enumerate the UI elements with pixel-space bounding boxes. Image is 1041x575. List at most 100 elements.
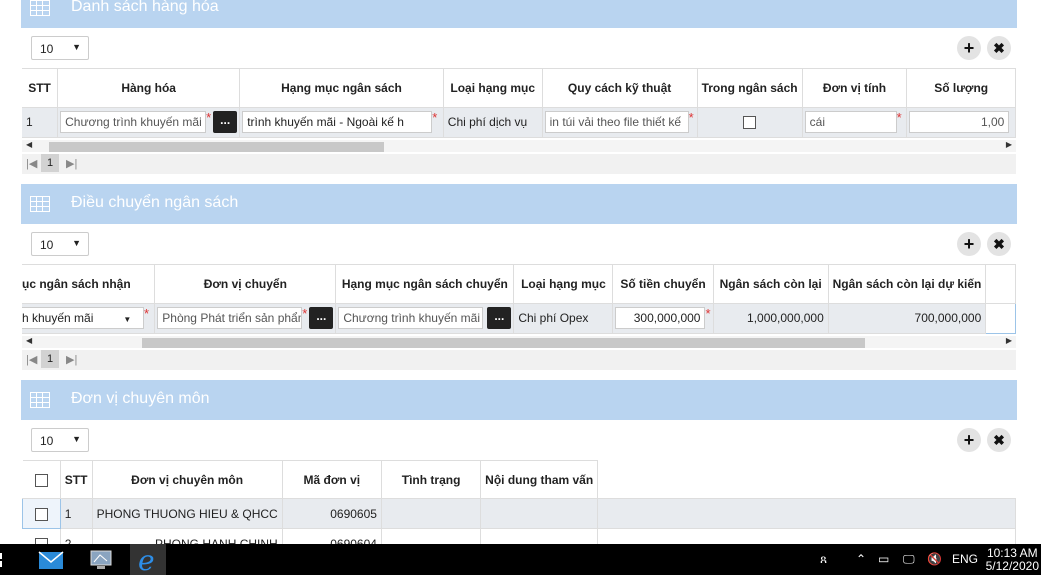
browse-button[interactable]: ... <box>487 307 512 329</box>
row-stt: 1 <box>22 107 59 138</box>
chevron-down-icon: ▼ <box>123 315 132 324</box>
column-header[interactable]: Số tiền chuyển <box>612 265 714 304</box>
edge-icon[interactable]: e <box>130 544 166 575</box>
budget-category-select[interactable]: trình khuyến mãi - Ngoài kế h <box>242 111 433 133</box>
scroll-left-icon[interactable]: ◀ <box>26 336 32 345</box>
receiving-category-select[interactable]: h khuyến mãi ▼ <box>22 307 144 329</box>
windows-taskbar: e ጸ ⌃ ▭ 🖵 🔇 ENG 10:13 AM 5/12/2020 <box>0 544 1041 575</box>
grid-icon <box>30 196 50 212</box>
unit-field[interactable]: cái <box>804 111 897 133</box>
transfer-amount-field[interactable]: 300,000,000 <box>615 307 706 329</box>
clock[interactable]: 10:13 AM 5/12/2020 <box>986 547 1039 573</box>
column-header[interactable]: Loại hạng mục <box>443 69 543 108</box>
volume-mute-icon[interactable]: 🔇 <box>927 552 942 566</box>
language-indicator[interactable]: ENG <box>952 552 978 566</box>
page-number[interactable]: 1 <box>41 350 59 368</box>
last-page-icon[interactable]: ▶| <box>66 157 77 170</box>
section1-header: Danh sách hàng hóa <box>21 0 1017 28</box>
column-header[interactable]: Hạng mục ngân sách chuyển <box>335 265 515 304</box>
status-cell <box>381 498 482 529</box>
transfer-category-field[interactable]: Chương trình khuyến mãi <box>338 307 484 329</box>
remove-button[interactable]: ✖ <box>987 232 1011 256</box>
goods-table: STT Hàng hóa Hạng mục ngân sách Loại hạn… <box>22 68 1016 140</box>
column-header[interactable]: Hàng hóa <box>57 69 241 108</box>
column-header[interactable]: Ngân sách còn lại dự kiến <box>828 265 987 304</box>
add-button[interactable]: + <box>957 232 981 256</box>
column-header[interactable]: ục ngân sách nhận <box>22 265 156 304</box>
specialist-unit-table: STT Đơn vị chuyên môn Mã đơn vị Tình trạ… <box>22 460 1016 544</box>
table-header-row: STT Đơn vị chuyên môn Mã đơn vị Tình trạ… <box>22 460 1016 499</box>
column-header[interactable]: Quy cách kỹ thuật <box>542 69 698 108</box>
column-header[interactable]: Mã đơn vị <box>282 460 382 499</box>
section2-header: Điều chuyển ngân sách <box>21 184 1017 224</box>
horizontal-scrollbar[interactable]: ◀ ▶ <box>22 140 1016 152</box>
mail-icon[interactable] <box>38 548 64 572</box>
row-stt: 2 <box>60 528 93 544</box>
column-header[interactable]: Loại hạng mục <box>513 265 614 304</box>
svg-text:e: e <box>138 544 155 575</box>
people-icon[interactable]: ጸ <box>820 552 827 567</box>
unit-code: 0690605 <box>282 498 382 529</box>
grid-icon <box>30 0 50 16</box>
column-header[interactable]: STT <box>60 460 93 499</box>
chevron-down-icon: ▼ <box>72 434 81 444</box>
column-header[interactable]: Đơn vị chuyên môn <box>92 460 283 499</box>
scrollbar-thumb[interactable] <box>49 142 384 152</box>
scroll-right-icon[interactable]: ▶ <box>1006 140 1012 149</box>
scroll-left-icon[interactable]: ◀ <box>26 140 32 149</box>
column-header[interactable]: STT <box>22 69 59 108</box>
row-checkbox[interactable] <box>34 507 48 521</box>
table-row[interactable]: 1 PHONG THUONG HIEU & QHCC 0690605 <box>22 498 1016 529</box>
browse-button[interactable]: ... <box>309 307 334 329</box>
page-size-select[interactable]: 10 ▼ <box>31 36 89 60</box>
row-stt: 1 <box>60 498 93 529</box>
table-row: 1 Chương trình khuyến mãi *... trình khuy… <box>22 107 1016 138</box>
add-button[interactable]: + <box>957 428 981 452</box>
table-row[interactable]: 2 PHONG HANH CHINH 0690604 <box>22 528 1016 544</box>
column-header[interactable]: Ngân sách còn lại <box>713 265 829 304</box>
remaining-budget: 1,000,000,000 <box>713 303 829 334</box>
unit-code: 0690604 <box>282 528 382 544</box>
budget-transfer-table: ục ngân sách nhận Đơn vị chuyển Hạng mục… <box>22 264 1016 336</box>
pagination: |◀ 1 ▶| <box>22 154 1016 174</box>
add-button[interactable]: + <box>957 36 981 60</box>
goods-field[interactable]: Chương trình khuyến mãi <box>60 111 207 133</box>
transfer-unit-field[interactable]: Phòng Phát triển sản phẩm <box>157 307 303 329</box>
horizontal-scrollbar[interactable]: ◀ ▶ <box>22 336 1016 348</box>
select-all-checkbox[interactable] <box>34 473 48 487</box>
in-budget-checkbox[interactable] <box>743 116 757 130</box>
page-size-select[interactable]: 10 ▼ <box>31 232 89 256</box>
spec-field[interactable]: in túi vải theo file thiết kế <box>544 111 689 133</box>
column-header[interactable]: Số lượng <box>906 69 1016 108</box>
remove-button[interactable]: ✖ <box>987 428 1011 452</box>
scroll-right-icon[interactable]: ▶ <box>1006 336 1012 345</box>
column-header[interactable]: Tình trạng <box>381 460 482 499</box>
browse-button[interactable]: ... <box>213 111 238 133</box>
start-button[interactable] <box>0 548 8 572</box>
pagination: |◀ 1 ▶| <box>22 350 1016 370</box>
page-size-select[interactable]: 10 ▼ <box>31 428 89 452</box>
grid-icon <box>30 392 50 408</box>
scrollbar-thumb[interactable] <box>142 338 865 348</box>
column-header[interactable]: Đơn vị chuyển <box>154 265 337 304</box>
category-type: Chi phí Opex <box>513 303 614 334</box>
network-icon[interactable]: 🖵 <box>903 552 915 567</box>
first-page-icon[interactable]: |◀ <box>26 353 37 366</box>
unit-name: PHONG HANH CHINH <box>92 528 283 544</box>
page-number[interactable]: 1 <box>41 154 59 172</box>
table-header-row: STT Hàng hóa Hạng mục ngân sách Loại hạn… <box>22 69 1016 108</box>
battery-icon[interactable]: ▭ <box>878 552 889 566</box>
quantity-field[interactable]: 1,00 <box>909 111 1010 133</box>
column-header[interactable]: Nội dung tham vấn <box>480 460 599 499</box>
section3-title: Đơn vị chuyên môn <box>71 390 210 407</box>
category-type: Chi phí dịch vụ <box>443 107 543 138</box>
chevron-up-icon[interactable]: ⌃ <box>856 552 866 566</box>
first-page-icon[interactable]: |◀ <box>26 157 37 170</box>
last-page-icon[interactable]: ▶| <box>66 353 77 366</box>
column-header[interactable]: Đơn vị tính <box>802 69 908 108</box>
section3-header: Đơn vị chuyên môn <box>21 380 1017 420</box>
remove-button[interactable]: ✖ <box>987 36 1011 60</box>
computer-icon[interactable] <box>88 548 114 572</box>
column-header[interactable]: Hạng mục ngân sách <box>239 69 444 108</box>
column-header[interactable]: Trong ngân sách <box>697 69 803 108</box>
